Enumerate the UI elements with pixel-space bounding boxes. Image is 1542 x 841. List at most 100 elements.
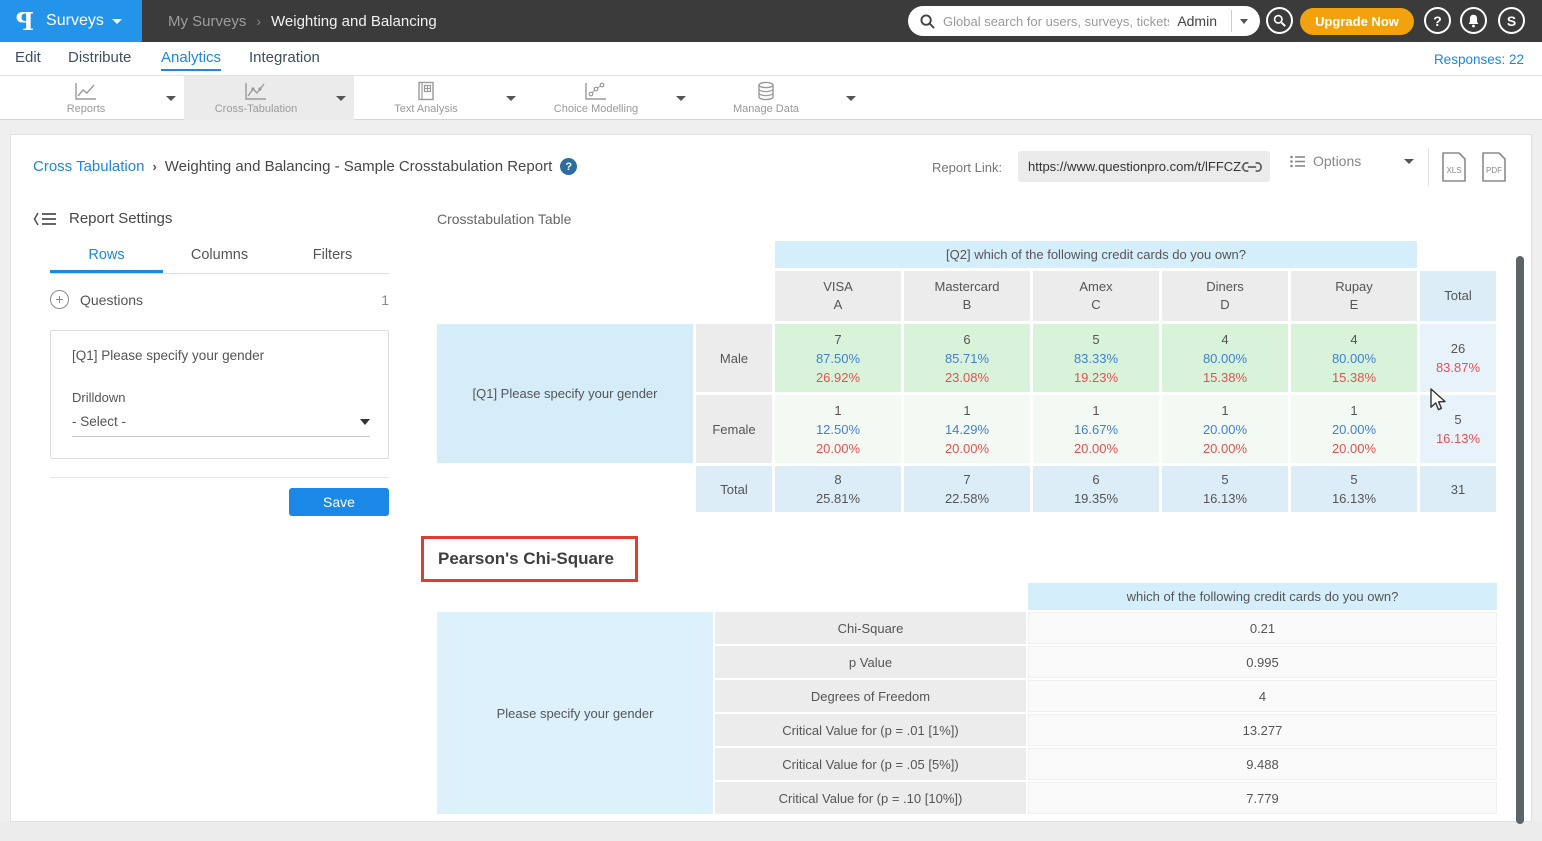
toolbar-tab-cross-tabulation[interactable]: Cross-Tabulation bbox=[184, 76, 354, 120]
search-scope-divider bbox=[1231, 10, 1232, 32]
upgrade-now-button[interactable]: Upgrade Now bbox=[1300, 8, 1414, 35]
crosstab-banner-row: [Q2] which of the following credit cards… bbox=[437, 241, 1496, 268]
cell-female-diners: 120.00%20.00% bbox=[1162, 395, 1288, 463]
search-submit-button[interactable] bbox=[1266, 7, 1293, 34]
toolbar-tab-manage-data[interactable]: Manage Data bbox=[694, 76, 864, 120]
pdf-icon-label: PDF bbox=[1486, 166, 1502, 175]
export-xls-button[interactable]: XLS bbox=[1440, 151, 1468, 183]
global-search-input[interactable] bbox=[943, 14, 1169, 29]
crosstab-row-male: [Q1] Please specify your gender Male 787… bbox=[437, 324, 1496, 392]
text-analysis-dropdown-caret[interactable] bbox=[498, 76, 524, 120]
header-divider bbox=[1428, 148, 1429, 186]
notifications-button[interactable] bbox=[1460, 7, 1487, 34]
column-header-diners: DinersD bbox=[1162, 271, 1288, 321]
tab-rows[interactable]: Rows bbox=[50, 244, 163, 273]
brand-label: Surveys bbox=[46, 12, 104, 30]
cell-female-visa: 112.50%20.00% bbox=[775, 395, 901, 463]
row-label-total: Total bbox=[696, 466, 772, 512]
global-search: Admin bbox=[908, 6, 1260, 36]
collapse-panel-icon[interactable] bbox=[33, 211, 57, 227]
options-dropdown[interactable]: Options bbox=[1290, 153, 1414, 169]
search-icon bbox=[920, 14, 935, 29]
nav-distribute[interactable]: Distribute bbox=[68, 49, 131, 66]
report-link-input[interactable] bbox=[1028, 159, 1242, 174]
breadcrumb-survey-name: Weighting and Balancing bbox=[271, 13, 437, 30]
question-text: [Q1] Please specify your gender bbox=[72, 348, 264, 363]
column-header-rupay: RupayE bbox=[1291, 271, 1417, 321]
toolbar-tab-text-analysis[interactable]: Text Analysis bbox=[354, 76, 524, 120]
cell-male-total: 2683.87% bbox=[1420, 324, 1496, 392]
options-label: Options bbox=[1313, 153, 1361, 169]
toolbar-tab-reports[interactable]: Reports bbox=[14, 76, 184, 120]
cell-total-diners: 516.13% bbox=[1162, 466, 1288, 512]
cell-male-diners: 480.00%15.38% bbox=[1162, 324, 1288, 392]
cross-tabulation-dropdown-caret[interactable] bbox=[328, 76, 354, 120]
scatter-chart-icon bbox=[584, 81, 608, 101]
toolbar-tab-choice-modelling[interactable]: Choice Modelling bbox=[524, 76, 694, 120]
chi-label-p-value: p Value bbox=[715, 646, 1026, 678]
export-pdf-button[interactable]: PDF bbox=[1480, 151, 1508, 183]
nav-edit[interactable]: Edit bbox=[15, 49, 41, 66]
questions-count: 1 bbox=[381, 292, 389, 308]
drilldown-label: Drilldown bbox=[72, 390, 125, 405]
cell-female-total: 516.13% bbox=[1420, 395, 1496, 463]
account-avatar[interactable]: S bbox=[1498, 7, 1525, 34]
page-footer-band bbox=[0, 822, 1542, 841]
chi-value-critical-1pct: 13.277 bbox=[1028, 714, 1497, 746]
chi-label-degrees-of-freedom: Degrees of Freedom bbox=[715, 680, 1026, 712]
vertical-scrollbar[interactable] bbox=[1516, 256, 1524, 824]
cell-male-rupay: 480.00%15.38% bbox=[1291, 324, 1417, 392]
breadcrumb-cross-tabulation-link[interactable]: Cross Tabulation bbox=[33, 158, 144, 175]
crosstab-table: [Q2] which of the following credit cards… bbox=[434, 238, 1499, 515]
analytics-toolbar: Reports Cross-Tabulation Text Analysis C… bbox=[0, 76, 1542, 120]
list-options-icon bbox=[1290, 155, 1305, 168]
save-button[interactable]: Save bbox=[289, 488, 389, 516]
reports-dropdown-caret[interactable] bbox=[158, 76, 184, 120]
crosstab-column-question: [Q2] which of the following credit cards… bbox=[775, 241, 1417, 268]
nav-analytics[interactable]: Analytics bbox=[161, 49, 221, 71]
search-scope-caret-icon[interactable] bbox=[1240, 19, 1248, 24]
breadcrumb-separator: › bbox=[256, 13, 261, 29]
chi-label-chi-square: Chi-Square bbox=[715, 612, 1026, 644]
crosstab-total-row: Total 825.81% 722.58% 619.35% 516.13% 51… bbox=[437, 466, 1496, 512]
chi-value-chi-square: 0.21 bbox=[1028, 612, 1497, 644]
questions-row: + Questions 1 bbox=[50, 290, 389, 309]
report-breadcrumb: Cross Tabulation › Weighting and Balanci… bbox=[33, 158, 577, 175]
cell-male-mastercard: 685.71%23.08% bbox=[904, 324, 1030, 392]
help-button[interactable]: ? bbox=[1424, 7, 1451, 34]
product-switcher[interactable]: P Surveys bbox=[0, 0, 142, 42]
chi-square-highlight-box: Pearson's Chi-Square bbox=[421, 536, 638, 582]
drilldown-select[interactable]: - Select - bbox=[72, 414, 370, 437]
tab-columns[interactable]: Columns bbox=[163, 244, 276, 273]
link-icon[interactable] bbox=[1242, 161, 1262, 173]
cell-male-visa: 787.50%26.92% bbox=[775, 324, 901, 392]
column-header-amex: AmexC bbox=[1033, 271, 1159, 321]
questionpro-logo: P bbox=[16, 7, 34, 36]
chi-value-critical-10pct: 7.779 bbox=[1028, 782, 1497, 814]
manage-data-dropdown-caret[interactable] bbox=[838, 76, 864, 120]
tab-filters[interactable]: Filters bbox=[276, 244, 389, 273]
chi-value-p-value: 0.995 bbox=[1028, 646, 1497, 678]
search-scope-value[interactable]: Admin bbox=[1169, 13, 1227, 29]
report-settings-header: Report Settings bbox=[33, 210, 172, 227]
cell-total-visa: 825.81% bbox=[775, 466, 901, 512]
survey-breadcrumb: My Surveys › Weighting and Balancing bbox=[168, 0, 437, 42]
line-chart-icon bbox=[74, 81, 98, 101]
chi-label-critical-5pct: Critical Value for (p = .05 [5%]) bbox=[715, 748, 1026, 780]
report-link-field bbox=[1018, 151, 1270, 182]
breadcrumb-my-surveys[interactable]: My Surveys bbox=[168, 13, 246, 30]
options-caret-icon bbox=[1404, 159, 1414, 164]
chi-column-header: which of the following credit cards do y… bbox=[1028, 583, 1497, 610]
chi-label-critical-1pct: Critical Value for (p = .01 [1%]) bbox=[715, 714, 1026, 746]
report-help-icon[interactable]: ? bbox=[560, 158, 577, 175]
nav-integration[interactable]: Integration bbox=[249, 49, 320, 66]
crosstab-header-row: VISAA MastercardB AmexC DinersD RupayE T… bbox=[437, 271, 1496, 321]
row-label-female: Female bbox=[696, 395, 772, 463]
xls-icon-label: XLS bbox=[1446, 166, 1461, 175]
choice-modelling-dropdown-caret[interactable] bbox=[668, 76, 694, 120]
report-link-label: Report Link: bbox=[932, 160, 1002, 175]
cell-grand-total: 31 bbox=[1420, 466, 1496, 512]
column-header-mastercard: MastercardB bbox=[904, 271, 1030, 321]
drilldown-caret-icon bbox=[360, 419, 370, 425]
add-question-icon[interactable]: + bbox=[50, 290, 69, 309]
